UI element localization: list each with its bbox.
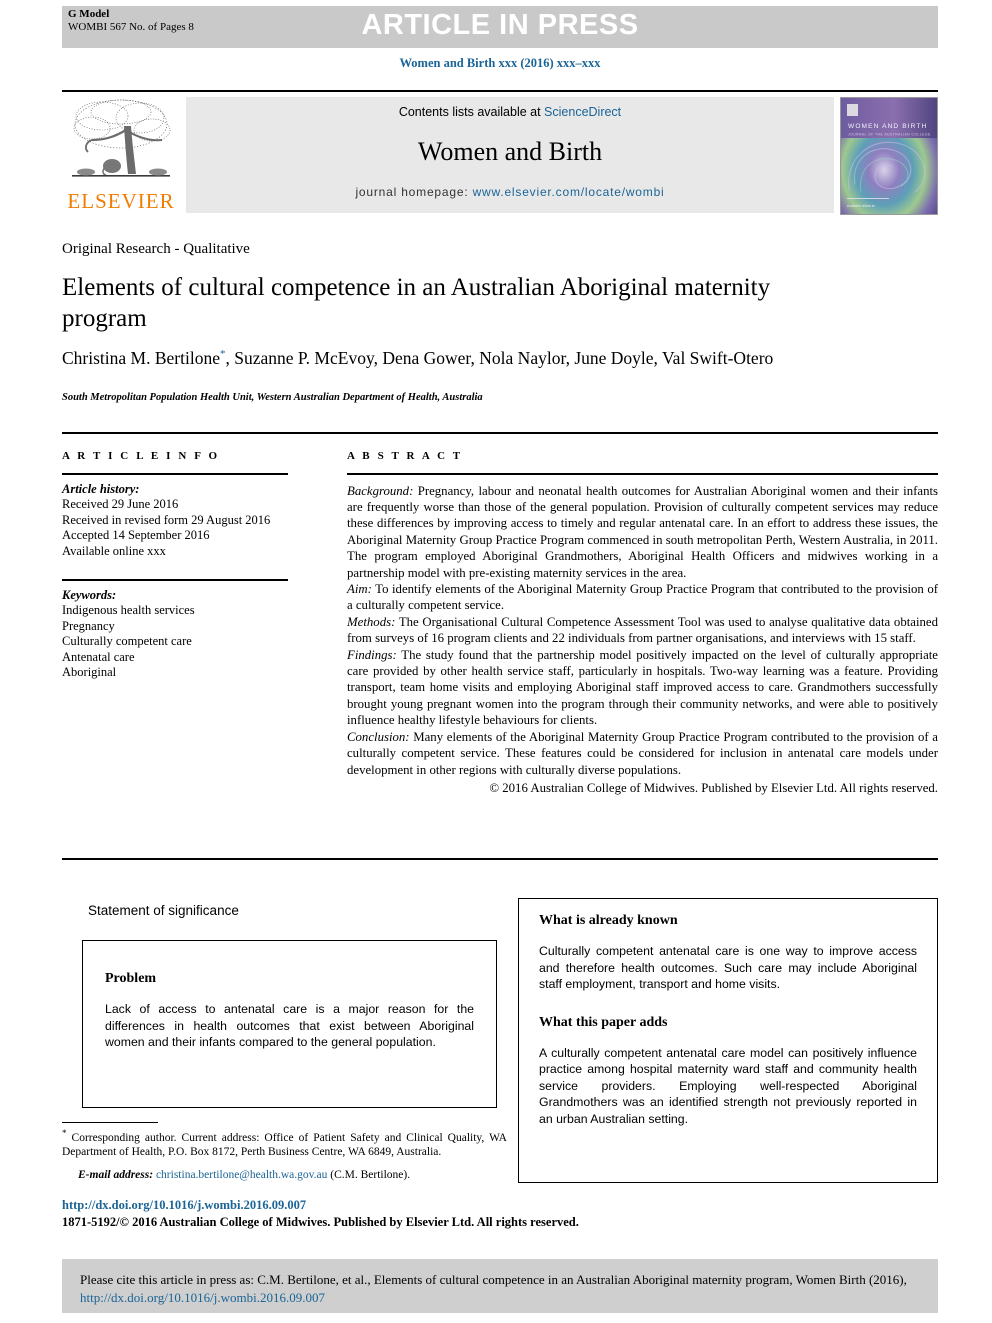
keywords-label: Keywords: bbox=[62, 587, 117, 602]
email-attribution: (C.M. Bertilone). bbox=[330, 1169, 411, 1181]
abstract-section: Conclusion: Many elements of the Aborigi… bbox=[347, 729, 938, 778]
abstract-section-text: The study found that the partnership mod… bbox=[347, 647, 938, 728]
abstract-section-label: Methods: bbox=[347, 614, 396, 629]
paper-page: G Model WOMBI 567 No. of Pages 8 ARTICLE… bbox=[0, 0, 992, 1323]
journal-running-head: Women and Birth xxx (2016) xxx–xxx bbox=[399, 56, 601, 70]
box-spacer bbox=[539, 993, 917, 1015]
corresponding-author-text: Corresponding author. Current address: O… bbox=[62, 1131, 507, 1159]
abstract-divider bbox=[347, 473, 938, 475]
history-item: Received 29 June 2016 bbox=[62, 497, 179, 512]
masthead-center-panel: Contents lists available at ScienceDirec… bbox=[186, 97, 834, 213]
journal-title: Women and Birth bbox=[417, 137, 603, 166]
article-info-heading: A R T I C L E I N F O bbox=[62, 450, 220, 462]
elsevier-wordmark: ELSEVIER bbox=[67, 189, 175, 213]
what-this-paper-adds-heading: What this paper adds bbox=[539, 1014, 668, 1030]
abstract-copyright: © 2016 Australian College of Midwives. P… bbox=[489, 780, 938, 795]
keywords-block: Keywords: Indigenous health services Pre… bbox=[62, 588, 312, 681]
info-abstract-top-rule bbox=[62, 432, 938, 434]
article-in-press-banner: G Model WOMBI 567 No. of Pages 8 ARTICLE… bbox=[62, 6, 938, 48]
article-history-label: Article history: bbox=[62, 481, 140, 496]
keyword-item: Pregnancy bbox=[62, 618, 115, 633]
article-info-column: A R T I C L E I N F O Article history: R… bbox=[62, 450, 312, 681]
cite-article-box: Please cite this article in press as: C.… bbox=[62, 1259, 938, 1313]
abstract-section-text: Many elements of the Aboriginal Maternit… bbox=[347, 729, 938, 777]
cover-artwork-icon: WOMEN AND BIRTH JOURNAL OF THE AUSTRALIA… bbox=[841, 98, 937, 214]
elsevier-logo: ELSEVIER bbox=[62, 96, 180, 214]
abstract-heading: A B S T R A C T bbox=[347, 450, 463, 462]
keywords-divider bbox=[62, 579, 288, 581]
keyword-item: Aboriginal bbox=[62, 665, 117, 680]
abstract-body: Background: Pregnancy, labour and neonat… bbox=[347, 483, 938, 797]
homepage-url-link[interactable]: www.elsevier.com/locate/wombi bbox=[473, 185, 665, 199]
keyword-item: Antenatal care bbox=[62, 649, 135, 664]
abstract-column: A B S T R A C T Background: Pregnancy, l… bbox=[347, 450, 938, 796]
what-is-already-known-heading: What is already known bbox=[539, 913, 678, 928]
author-list: Christina M. Bertilone*, Suzanne P. McEv… bbox=[62, 342, 862, 370]
email-link[interactable]: christina.bertilone@health.wa.gov.au bbox=[156, 1169, 327, 1181]
email-label: E-mail address: bbox=[78, 1169, 154, 1181]
abstract-section-label: Background: bbox=[347, 483, 414, 498]
svg-text:Available online at: Available online at bbox=[847, 204, 875, 208]
history-item: Accepted 14 September 2016 bbox=[62, 528, 210, 543]
article-section-type: Original Research - Qualitative bbox=[62, 241, 250, 257]
elsevier-tree-icon bbox=[72, 99, 171, 177]
history-item: Received in revised form 29 August 2016 bbox=[62, 512, 271, 527]
asterisk-icon: * bbox=[62, 1128, 67, 1138]
article-in-press-text: ARTICLE IN PRESS bbox=[361, 9, 639, 41]
abstract-section-text: To identify elements of the Aboriginal M… bbox=[347, 582, 938, 613]
what-is-already-known-text: Culturally competent antenatal care is o… bbox=[539, 944, 917, 991]
journal-cover-thumbnail: WOMEN AND BIRTH JOURNAL OF THE AUSTRALIA… bbox=[840, 97, 938, 215]
what-this-paper-adds-text: A culturally competent antenatal care mo… bbox=[539, 1045, 917, 1126]
abstract-section: Findings: The study found that the partn… bbox=[347, 647, 938, 729]
statement-of-significance-title: Statement of significance bbox=[88, 903, 239, 918]
footnote-rule bbox=[62, 1122, 158, 1123]
abstract-section-label: Conclusion: bbox=[347, 729, 410, 744]
keyword-item: Indigenous health services bbox=[62, 603, 195, 618]
problem-heading: Problem bbox=[105, 971, 157, 986]
problem-text: Lack of access to antenatal care is a ma… bbox=[105, 1002, 474, 1049]
email-line: E-mail address: christina.bertilone@heal… bbox=[62, 1168, 507, 1183]
issn-copyright-line: 1871-5192/© 2016 Australian College of M… bbox=[62, 1215, 579, 1229]
corresponding-author-note: * Corresponding author. Current address:… bbox=[62, 1126, 507, 1160]
cite-prefix: Please cite this article in press as: C.… bbox=[80, 1272, 907, 1287]
article-history-block: Article history: Received 29 June 2016 R… bbox=[62, 482, 312, 560]
cite-doi-link[interactable]: http://dx.doi.org/10.1016/j.wombi.2016.0… bbox=[80, 1290, 325, 1305]
abstract-section-label: Findings: bbox=[347, 647, 397, 662]
journal-homepage-line: journal homepage: www.elsevier.com/locat… bbox=[186, 185, 834, 199]
abstract-section-label: Aim: bbox=[347, 582, 372, 597]
statement-known-adds-box: What is already known Culturally compete… bbox=[518, 898, 938, 1183]
page-title: Elements of cultural competence in an Au… bbox=[62, 274, 771, 332]
author-affiliation: South Metropolitan Population Health Uni… bbox=[62, 392, 483, 403]
abstract-section-text: Pregnancy, labour and neonatal health ou… bbox=[347, 483, 938, 580]
history-item: Available online xxx bbox=[62, 543, 166, 558]
homepage-label: journal homepage: bbox=[355, 185, 473, 199]
svg-text:JOURNAL OF THE AUSTRALIAN COLL: JOURNAL OF THE AUSTRALIAN COLLEGE bbox=[848, 133, 931, 137]
article-info-divider bbox=[62, 473, 288, 475]
contents-available-line: Contents lists available at ScienceDirec… bbox=[186, 105, 834, 119]
info-abstract-bottom-rule bbox=[62, 858, 938, 860]
journal-masthead: ELSEVIER Contents lists available at Sci… bbox=[62, 90, 938, 216]
abstract-section: Background: Pregnancy, labour and neonat… bbox=[347, 483, 938, 581]
doi-link[interactable]: http://dx.doi.org/10.1016/j.wombi.2016.0… bbox=[62, 1198, 306, 1213]
sciencedirect-link[interactable]: ScienceDirect bbox=[544, 105, 621, 119]
author-names: Christina M. Bertilone*, Suzanne P. McEv… bbox=[62, 347, 774, 368]
abstract-section-text: The Organisational Cultural Competence A… bbox=[347, 614, 938, 646]
statement-problem-box: Problem Lack of access to antenatal care… bbox=[82, 940, 497, 1108]
abstract-section: Methods: The Organisational Cultural Com… bbox=[347, 614, 938, 647]
svg-text:WOMEN AND BIRTH: WOMEN AND BIRTH bbox=[848, 123, 927, 130]
cite-text: Please cite this article in press as: C.… bbox=[80, 1271, 920, 1307]
contents-prefix: Contents lists available at bbox=[398, 105, 545, 119]
corresponding-author-marker: * bbox=[219, 348, 226, 360]
abstract-section: Aim: To identify elements of the Aborigi… bbox=[347, 581, 938, 614]
keyword-item: Culturally competent care bbox=[62, 634, 192, 649]
